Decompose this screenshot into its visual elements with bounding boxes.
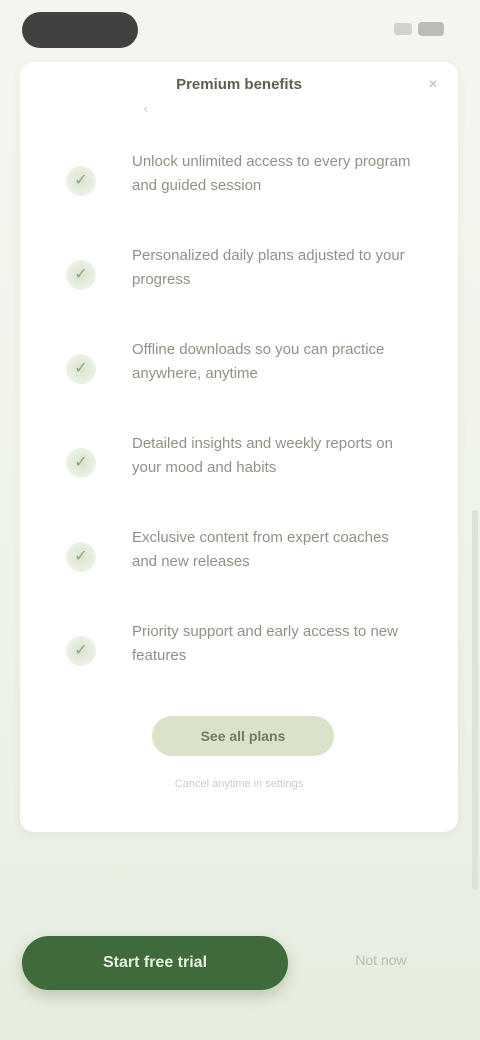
start-trial-button[interactable]: Start free trial xyxy=(22,936,288,990)
check-icon: ✓ xyxy=(66,448,96,478)
benefit-text: Unlock unlimited access to every program… xyxy=(132,153,411,194)
benefit-text: Offline downloads so you can practice an… xyxy=(132,341,385,382)
chevron-left-icon[interactable]: ‹ xyxy=(136,98,156,118)
list-item: ✓ Exclusive content from expert coaches … xyxy=(20,524,458,618)
check-icon: ✓ xyxy=(66,636,96,666)
list-item: ✓ Personalized daily plans adjusted to y… xyxy=(20,242,458,336)
check-icon: ✓ xyxy=(66,260,96,290)
list-item: ✓ Priority support and early access to n… xyxy=(20,618,458,712)
status-icons xyxy=(394,22,444,36)
status-bar xyxy=(0,0,480,60)
card-header: Premium benefits × xyxy=(20,62,458,112)
benefit-text: Detailed insights and weekly reports on … xyxy=(132,435,393,476)
battery-icon xyxy=(418,22,444,36)
benefit-text: Personalized daily plans adjusted to you… xyxy=(132,247,405,288)
bottom-action-bar: Start free trial Not now xyxy=(0,900,480,1040)
page-title: Premium benefits xyxy=(176,76,302,93)
signal-icon xyxy=(394,23,412,35)
list-item: ✓ Unlock unlimited access to every progr… xyxy=(20,148,458,242)
check-icon: ✓ xyxy=(66,166,96,196)
list-item: ✓ Offline downloads so you can practice … xyxy=(20,336,458,430)
card-footer-note: Cancel anytime in settings xyxy=(174,778,304,790)
check-icon: ✓ xyxy=(66,542,96,572)
check-icon: ✓ xyxy=(66,354,96,384)
list-item: ✓ Detailed insights and weekly reports o… xyxy=(20,430,458,524)
benefits-card: Premium benefits × ‹ ✓ Unlock unlimited … xyxy=(20,62,458,832)
dynamic-island xyxy=(22,12,138,48)
not-now-link[interactable]: Not now xyxy=(316,952,446,974)
benefit-text: Exclusive content from expert coaches an… xyxy=(132,529,389,570)
see-plans-button[interactable]: See all plans xyxy=(152,716,334,756)
screen: Premium benefits × ‹ ✓ Unlock unlimited … xyxy=(0,0,480,1040)
scrollbar[interactable] xyxy=(472,510,478,890)
close-icon[interactable]: × xyxy=(422,74,444,96)
benefit-text: Priority support and early access to new… xyxy=(132,623,398,664)
benefit-list: ✓ Unlock unlimited access to every progr… xyxy=(20,148,458,712)
